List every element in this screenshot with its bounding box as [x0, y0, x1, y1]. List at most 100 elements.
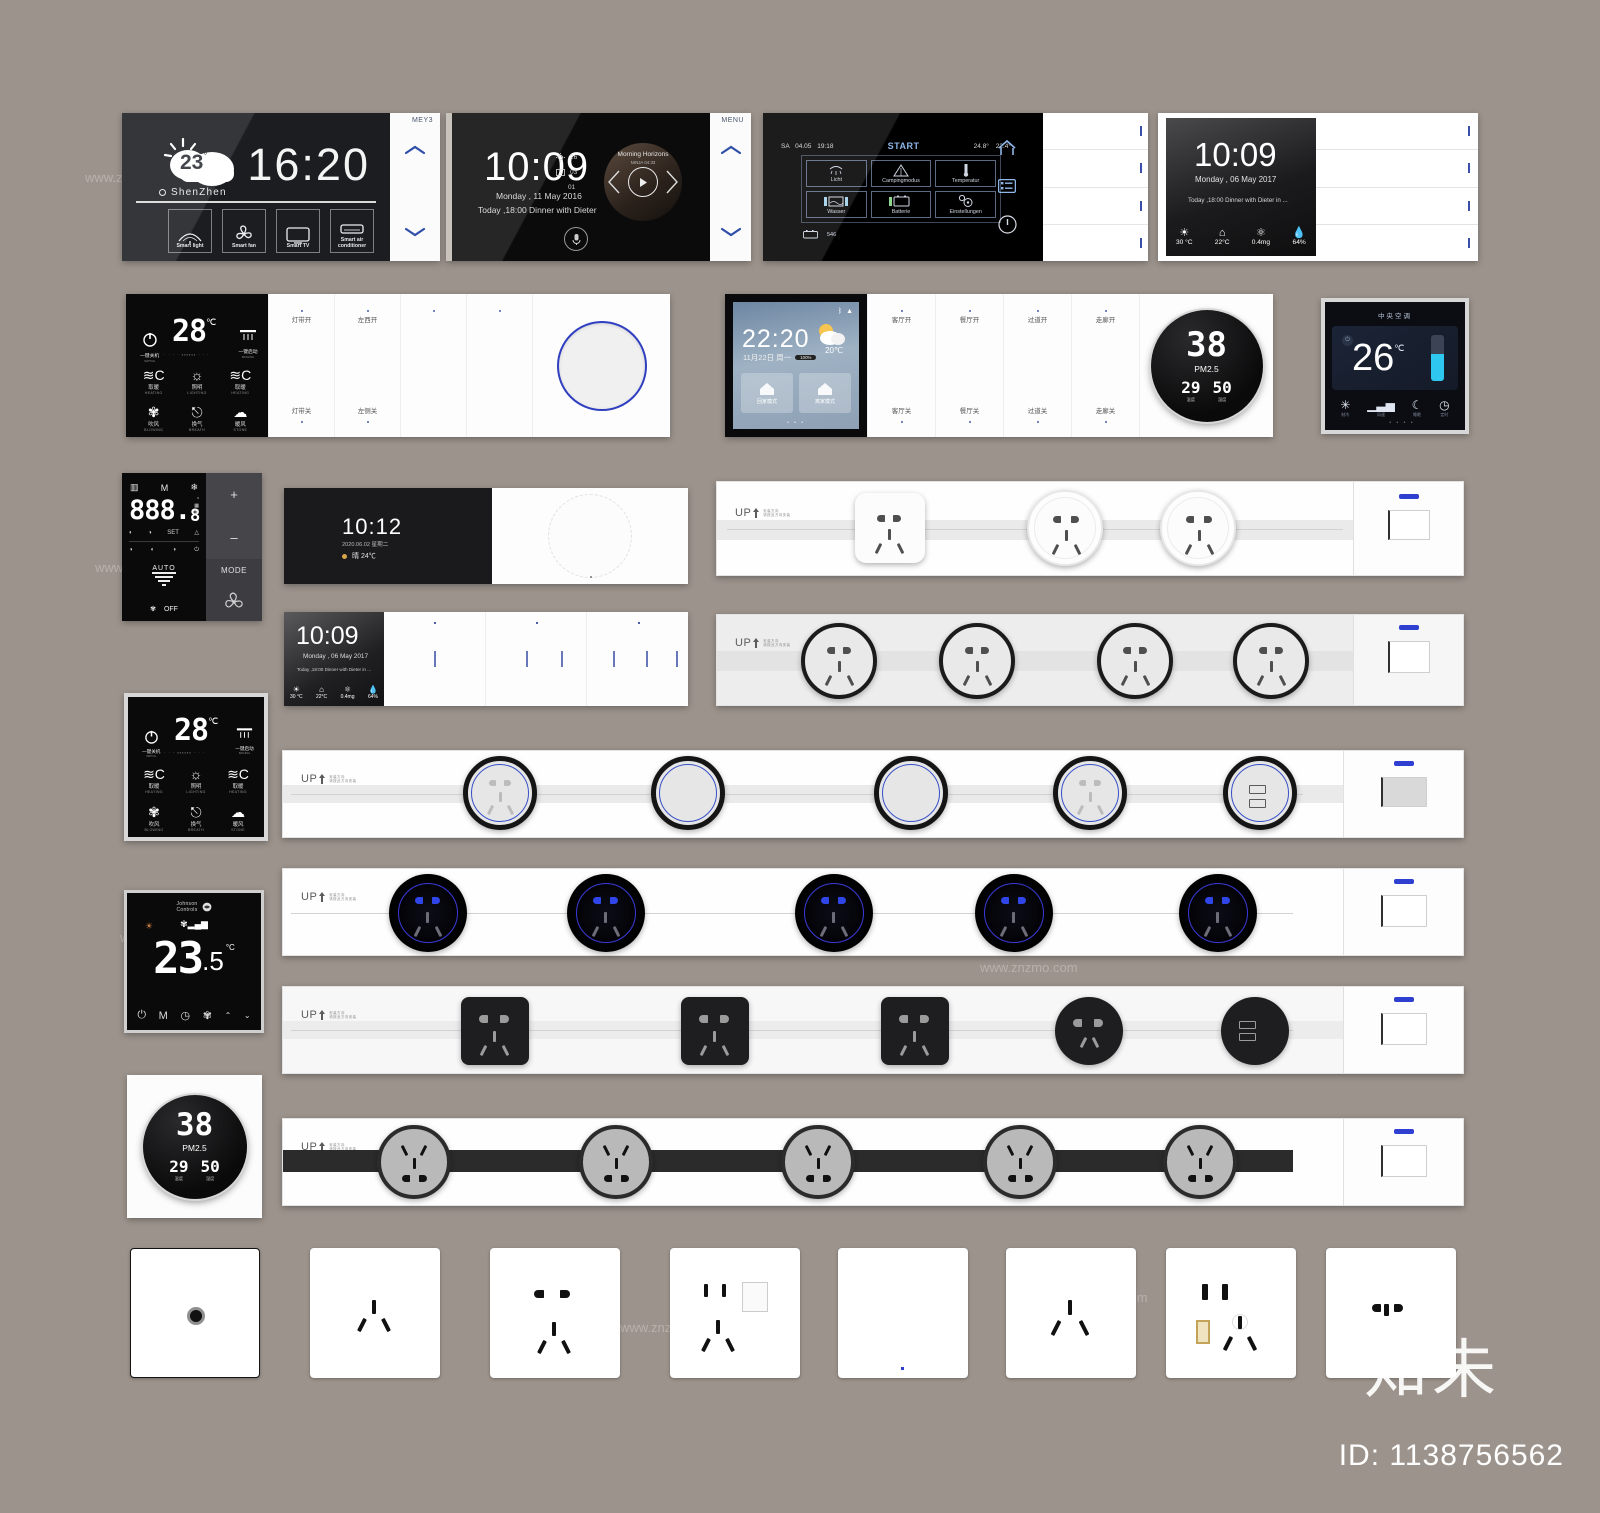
- strip-end-panel-2[interactable]: [1353, 615, 1463, 705]
- socket-blue-ring-2[interactable]: [651, 756, 725, 830]
- central-ac-slider[interactable]: [1431, 335, 1444, 381]
- mode-card-away[interactable]: 离家模式: [799, 373, 851, 413]
- ac-cell-lighting[interactable]: ☼ 照明 LIGHTING: [175, 767, 217, 795]
- fancoil-controller[interactable]: ▥ M ❄ 888. 8 ° ▦ ▧ ◐ ◑ SET △ ◑ ◐ ◑ ⏻ AUTO: [122, 473, 262, 621]
- strip-end-panel-6[interactable]: [1343, 1119, 1463, 1205]
- socket-dark-square-3[interactable]: [881, 997, 949, 1065]
- lockscreen-mini-group[interactable]: 10:09 Monday , 06 May 2017 Today ,18:00 …: [284, 612, 688, 706]
- socket-blue-ring-1[interactable]: [463, 756, 537, 830]
- strip-end-panel-1[interactable]: [1353, 482, 1463, 575]
- socket-square-white[interactable]: [855, 493, 925, 563]
- fan-icon[interactable]: ✾: [203, 1009, 212, 1022]
- end-switch[interactable]: [1380, 1013, 1427, 1045]
- blank-switch[interactable]: [486, 612, 588, 706]
- blank-switch[interactable]: [384, 612, 486, 706]
- gang-switch[interactable]: [1316, 150, 1478, 188]
- end-switch[interactable]: [1380, 777, 1427, 807]
- gang-switch[interactable]: [1316, 188, 1478, 225]
- ac-cell-warm[interactable]: ☁ 暖风 STONE: [219, 405, 262, 433]
- strip-end-panel-3[interactable]: [1343, 751, 1463, 837]
- wall-side-buttons[interactable]: MEY3: [390, 113, 440, 261]
- faceplate-three-pin-2[interactable]: [1006, 1248, 1136, 1378]
- socket-strip-4[interactable]: UP 安装方向 请按此方向安装: [282, 868, 1464, 956]
- gang-switch[interactable]: [1043, 188, 1148, 225]
- ac-bathing-button[interactable]: 一键启动 BATHING: [238, 329, 258, 359]
- mode-card-home[interactable]: 回家模式: [741, 373, 793, 413]
- gang-switch[interactable]: [1043, 225, 1148, 261]
- end-switch[interactable]: [1380, 895, 1427, 927]
- socket-blue-ring-3[interactable]: [874, 756, 948, 830]
- johnson-buttons[interactable]: ⏻ M ◷ ✾ ⌃ ⌄: [131, 1009, 257, 1022]
- socket-strip-1[interactable]: UP 安装方向 请按此方向安装: [716, 481, 1464, 576]
- down-icon[interactable]: ⌄: [244, 1011, 251, 1020]
- central-ac-sleep[interactable]: ☾ 睡眠: [1412, 399, 1423, 418]
- end-switch[interactable]: [1387, 641, 1430, 673]
- socket-round-black-2[interactable]: [939, 623, 1015, 699]
- power-icon[interactable]: ⏻: [1342, 335, 1353, 346]
- wall-display-weather[interactable]: 23 ° ShenZhen 16:20 Smart light Smart fa…: [122, 113, 440, 261]
- dimmer-dial[interactable]: [556, 320, 647, 411]
- ac-cell-lighting[interactable]: ☼ 照明 LIGHTING: [175, 368, 218, 396]
- end-switch[interactable]: [1380, 1145, 1427, 1177]
- gang-panel-dining[interactable]: 餐厅开 餐厅关: [935, 294, 1003, 437]
- camper-gang-switches[interactable]: [1043, 113, 1148, 261]
- dimmer-dial-panel[interactable]: [532, 294, 670, 437]
- central-ac-fanspeed[interactable]: ▁▃▅ 风速: [1367, 399, 1395, 418]
- wall-display-media[interactable]: 10:09 Monday , 11 May 2016 Today ,18:00 …: [446, 113, 751, 261]
- socket-dark-square-1[interactable]: [461, 997, 529, 1065]
- dimmer-dial-panel-2[interactable]: [492, 488, 688, 584]
- socket-blue-ring-4[interactable]: [1053, 756, 1127, 830]
- gang-switch[interactable]: [1316, 113, 1478, 151]
- faceplate-tv-coax[interactable]: [130, 1248, 260, 1378]
- gang-panel-2[interactable]: 左西开 左侧关: [334, 294, 400, 437]
- rocker-switch[interactable]: [742, 1282, 768, 1312]
- ac-cell-heating-1[interactable]: ≋C 取暖 HEATING: [132, 368, 175, 396]
- socket-round-white-1[interactable]: [1027, 490, 1103, 566]
- chevron-down-icon[interactable]: [718, 225, 744, 239]
- minus-button[interactable]: –: [206, 515, 262, 559]
- socket-round-white-2[interactable]: [1160, 490, 1236, 566]
- gang-panel-corridor[interactable]: 走廊开 走廊关: [1071, 294, 1139, 437]
- central-ac-panel[interactable]: 中央空调 ⏻ 26 ℃ ✳ 制冷 ▁▃▅ 风速 ☾ 睡眠 ◷ 定时 • • • •: [1321, 298, 1469, 434]
- clock-icon[interactable]: ◷: [180, 1009, 190, 1022]
- gang-switch[interactable]: [1043, 113, 1148, 151]
- dimmer-dial[interactable]: [548, 494, 632, 578]
- socket-strip-5[interactable]: UP 安装方向 请按此方向安装: [282, 986, 1464, 1074]
- ac-bathing-button[interactable]: 一键启动 BATHING: [235, 727, 254, 755]
- ac-cell-breath[interactable]: ⎋ 换气 BREATH: [175, 805, 217, 833]
- media-side-buttons[interactable]: MENU: [710, 113, 751, 261]
- faceplate-usb-outlet[interactable]: [1166, 1248, 1296, 1378]
- socket-strip-2[interactable]: UP 安装方向 请按此方向安装: [716, 614, 1464, 706]
- gang-panel-3[interactable]: [400, 294, 466, 437]
- up-icon[interactable]: ⌃: [225, 1011, 232, 1020]
- lockscreen-panel[interactable]: 10:09 Monday , 06 May 2017 Today ,18:00 …: [1158, 113, 1478, 261]
- socket-dark-usb[interactable]: [1221, 997, 1289, 1065]
- central-ac-cool[interactable]: ✳ 制冷: [1340, 399, 1350, 418]
- socket-grey-3[interactable]: [781, 1125, 855, 1199]
- mode-button[interactable]: MODE: [206, 558, 262, 583]
- gang-panel-livingroom[interactable]: 客厅开 客厅关: [867, 294, 935, 437]
- johnson-thermostat[interactable]: Johnson Controls ☀ ✾▂▄▆ 23 .5 °C ⏻ M ◷ ✾…: [124, 890, 264, 1033]
- ac-cell-heating-2[interactable]: ≋C 取暖 HEATING: [217, 767, 259, 795]
- clock-dimmer-group[interactable]: 10:12 2020.06.02 星期二 晴 24℃: [284, 488, 688, 584]
- mode-m-button[interactable]: M: [159, 1010, 168, 1022]
- ac-function-grid[interactable]: ≋C 取暖 HEATING ☼ 照明 LIGHTING ≋C 取暖 HEATING ✾ 吹风 B…: [132, 368, 262, 433]
- gang-switch[interactable]: [1043, 150, 1148, 188]
- ac-power-button[interactable]: 一键关机 SWITCH: [142, 729, 160, 758]
- socket-dark-glow-1[interactable]: [389, 874, 467, 952]
- central-ac-timer[interactable]: ◷ 定时: [1439, 399, 1449, 418]
- ac-cell-blowing[interactable]: ✾ 吹风 BLOWING: [132, 405, 175, 433]
- smart-mode-cards[interactable]: 回家模式 离家模式: [741, 373, 851, 413]
- chevron-up-icon[interactable]: [402, 143, 428, 157]
- socket-grey-2[interactable]: [579, 1125, 653, 1199]
- camper-control-panel[interactable]: SA 04.05 19:18 START 24.8° 22.4° Licht C…: [763, 113, 1148, 261]
- pm25-panel-left[interactable]: 38 PM2.5 29 温度 50 湿度: [127, 1075, 262, 1218]
- socket-dark-square-2[interactable]: [681, 997, 749, 1065]
- strip-end-panel-5[interactable]: [1343, 987, 1463, 1073]
- socket-round-black-3[interactable]: [1097, 623, 1173, 699]
- gang-panel-4[interactable]: [466, 294, 532, 437]
- gang-switch[interactable]: [1316, 225, 1478, 261]
- faceplate-three-pin[interactable]: [310, 1248, 440, 1378]
- bathroom-ac-controller-group[interactable]: 一键关机 SWITCH 28 ℃ · · · · ▪▪▪▪▪▪ · · · 一键…: [126, 294, 670, 437]
- faceplate-blank[interactable]: [838, 1248, 968, 1378]
